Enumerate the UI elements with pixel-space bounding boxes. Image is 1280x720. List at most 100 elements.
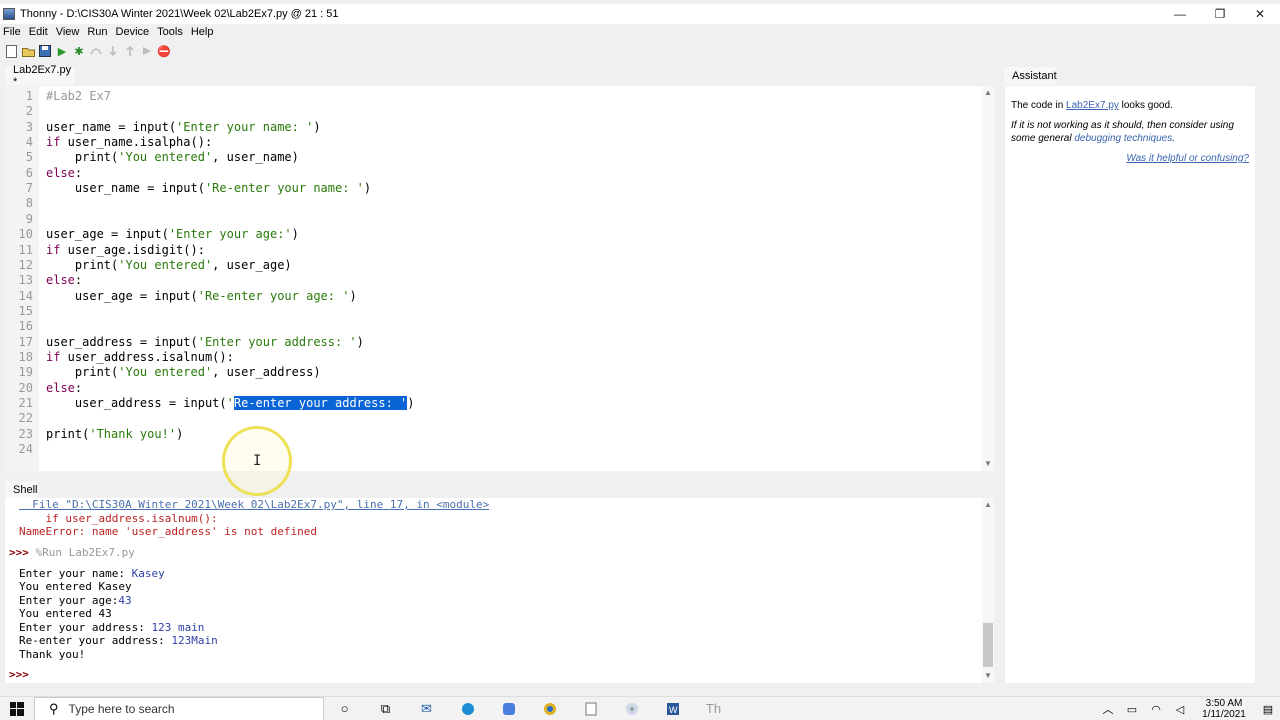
code-token: ) [356,334,364,349]
shell-text: Enter your age: [19,593,119,607]
start-button[interactable] [0,697,34,720]
code-token: ) [363,181,372,196]
media-icon[interactable] [611,697,652,720]
debugging-techniques-link[interactable]: debugging techniques [1074,133,1172,144]
code-line[interactable]: 5 print('You entered', user_name) [5,150,980,165]
cortana-icon[interactable]: ○ [324,697,365,720]
chevron-up-icon[interactable]: ︿ [1096,701,1120,717]
code-line[interactable]: 1 #Lab2 Ex7 [5,89,980,104]
tab-lab2ex7[interactable]: Lab2Ex7.py * [5,64,75,88]
code-token: user_address = input( [46,396,227,410]
editor-scrollbar[interactable]: ▲ ▼ [982,86,994,471]
menu-device[interactable]: Device [113,26,155,38]
tab-shell[interactable]: Shell [5,481,37,499]
new-file-icon[interactable] [4,44,18,58]
scroll-down-icon[interactable]: ▼ [982,671,994,681]
code-token: 'You entered' [118,257,213,272]
scroll-up-icon[interactable]: ▲ [982,500,994,510]
stop-icon[interactable]: ⛔ [157,44,171,58]
minimize-button[interactable]: — [1160,4,1200,24]
menu-tools[interactable]: Tools [154,26,188,38]
shell-line: You entered 43 [19,607,112,620]
code-line[interactable]: 6 else: [5,166,980,181]
code-token: , user_address) [212,365,321,380]
save-icon[interactable] [38,44,52,58]
mail-icon[interactable]: ✉ [406,697,447,720]
code-text: print('You entered', user_name) [46,150,299,165]
scroll-down-icon[interactable]: ▼ [982,459,994,469]
assistant-advice: If it is not working as it should, then … [1011,120,1234,144]
code-line[interactable]: 9 [5,212,980,227]
thonny-taskbar-icon[interactable]: Th [693,697,734,720]
code-line[interactable]: 2 [5,104,980,119]
code-line[interactable]: 11 if user_age.isdigit(): [5,243,980,258]
chrome-icon[interactable] [529,697,570,720]
assistant-tab-label: Assistant [1012,70,1057,82]
volume-icon[interactable]: ◁ [1168,703,1192,716]
code-line[interactable]: 16 [5,319,980,334]
battery-icon[interactable]: ▭ [1120,703,1144,716]
code-line[interactable]: 15 [5,304,980,319]
edge-icon[interactable] [447,697,488,720]
code-line[interactable]: 19 print('You entered', user_address) [5,365,980,380]
word-icon[interactable]: W [652,697,693,720]
maximize-button[interactable]: ❐ [1200,4,1240,24]
code-line[interactable]: 23 print('Thank you!') [5,427,980,442]
resume-icon[interactable] [140,44,154,58]
code-line[interactable]: 8 [5,196,980,211]
code-text: user_age = input('Re-enter your age: ') [46,289,357,304]
step-over-icon[interactable] [89,44,103,58]
open-file-icon[interactable] [21,44,35,58]
traceback-link[interactable]: File "D:\CIS30A Winter 2021\Week 02\Lab2… [19,498,489,511]
code-editor[interactable]: 1 #Lab2 Ex7 2 3 user_name = input('Enter you… [5,86,994,471]
notification-icon[interactable]: ▤ [1256,703,1280,716]
line-number: 23 [18,426,33,441]
step-out-icon[interactable] [123,44,137,58]
taskbar: ⚲ Type here to search ○ ⧉ ✉ W Th ︿ ▭ ◠ ◁… [0,696,1280,720]
line-number: 4 [25,135,33,150]
close-button[interactable]: ✕ [1240,4,1280,24]
code-line[interactable]: 12 print('You entered', user_age) [5,258,980,273]
code-token: #Lab2 Ex7 [46,89,112,103]
file-icon[interactable] [570,697,611,720]
code-line[interactable]: 17 user_address = input('Enter your addre… [5,335,980,350]
code-line[interactable]: 13 else: [5,273,980,288]
code-line[interactable]: 3 user_name = input('Enter your name: ') [5,120,980,135]
tab-assistant[interactable]: Assistant [1004,67,1057,85]
line-number: 19 [18,365,33,380]
shell-scroll-thumb[interactable] [983,623,993,667]
menu-file[interactable]: File [0,26,26,38]
code-token: ' [226,396,234,410]
taskbar-search-input[interactable]: ⚲ Type here to search [34,696,324,720]
code-token: print( [46,365,119,380]
code-token: ) [407,396,415,410]
feedback-link[interactable]: Was it helpful or confusing? [1126,153,1249,164]
code-line[interactable]: 10 user_age = input('Enter your age:') [5,227,980,242]
shell-panel[interactable]: File "D:\CIS30A Winter 2021\Week 02\Lab2… [5,498,994,683]
run-icon[interactable]: ▶ [55,44,69,58]
step-into-icon[interactable] [106,44,120,58]
shell-text: 123 main [151,620,205,634]
code-line[interactable]: 22 [5,411,980,426]
code-line[interactable]: 20 else: [5,381,980,396]
menu-edit[interactable]: Edit [26,26,53,38]
shell-scrollbar[interactable]: ▲ ▼ [982,498,994,683]
code-line[interactable]: 7 user_name = input('Re-enter your name:… [5,181,980,196]
scroll-up-icon[interactable]: ▲ [982,88,994,98]
window-controls: — ❐ ✕ [1160,4,1280,24]
code-line[interactable]: 21 user_address = input('Re-enter your a… [5,396,980,411]
code-line[interactable]: 18 if user_address.isalnum(): [5,350,980,365]
debug-icon[interactable]: ✱ [72,44,86,58]
app-icon[interactable] [488,697,529,720]
wifi-icon[interactable]: ◠ [1144,703,1168,716]
menu-run[interactable]: Run [84,26,112,38]
clock[interactable]: 3:50 AM 1/11/2021 [1192,698,1256,720]
file-link[interactable]: Lab2Ex7.py [1066,100,1119,111]
task-view-icon[interactable]: ⧉ [365,697,406,720]
code-line[interactable]: 4 if user_name.isalpha(): [5,135,980,150]
menu-help[interactable]: Help [188,26,219,38]
code-line[interactable]: 14 user_age = input('Re-enter your age: … [5,289,980,304]
code-text: user_age = input('Enter your age:') [46,227,299,242]
code-line[interactable]: 24 [5,442,980,457]
menu-view[interactable]: View [53,26,85,38]
